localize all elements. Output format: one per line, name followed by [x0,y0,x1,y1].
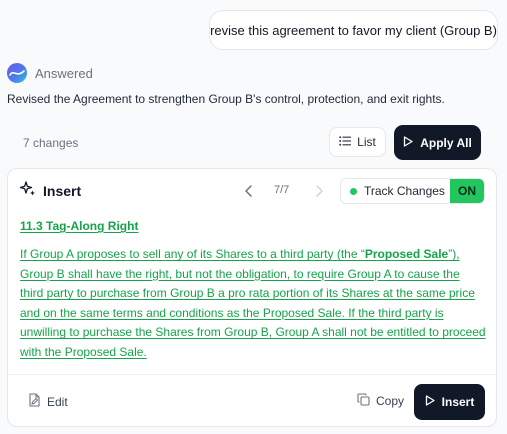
next-change-button[interactable] [311,183,327,199]
card-footer-divider [8,374,496,375]
section-title: 11.3 Tag-Along Right [20,219,139,233]
previous-change-button[interactable] [241,183,257,199]
play-icon [425,395,435,409]
track-changes-state: ON [450,179,484,203]
status-dot-icon [350,187,357,195]
clause-text-before: If Group A proposes to sell any of its S… [20,247,365,261]
sparkle-icon [19,181,36,200]
copy-icon [357,393,370,409]
card-title-label: Insert [43,182,82,199]
apply-all-button[interactable]: Apply All [394,125,481,160]
clause-text-after: ”), Group B shall have the right, but no… [20,247,486,359]
card-title: Insert [19,181,82,200]
clause-defined-term: Proposed Sale [364,247,449,261]
user-message-bubble: revise this agreement to favor my client… [209,10,498,50]
edit-button[interactable]: Edit [28,393,68,410]
change-pager: 7/7 [274,184,290,196]
response-summary: Revised the Agreement to strengthen Grou… [7,92,445,106]
assistant-status: Answered [7,62,93,84]
copy-button-label: Copy [376,394,405,408]
track-changes-label: Track Changes [364,184,445,198]
chevron-left-icon [245,185,252,197]
user-message-text: revise this agreement to favor my client… [210,22,497,38]
insert-button[interactable]: Insert [414,384,485,420]
changes-count: 7 changes [23,136,79,150]
chevron-right-icon [316,185,323,197]
inserted-clause-text: If Group A proposes to sell any of its S… [20,245,486,362]
copy-button[interactable]: Copy [357,393,404,409]
play-icon [403,135,413,150]
list-button-label: List [357,135,376,149]
card-header: Insert 7/7 Track Changes ON [8,169,496,213]
status-label: Answered [35,65,93,81]
track-changes-toggle[interactable]: Track Changes ON [340,178,485,204]
assistant-logo-icon [7,63,27,83]
edit-document-icon [28,393,41,410]
change-card: Insert 7/7 Track Changes ON 11.3 Tag-Alo… [7,168,497,427]
list-button[interactable]: List [329,127,386,157]
list-icon [339,135,352,149]
apply-all-label: Apply All [420,135,472,150]
edit-button-label: Edit [47,394,68,409]
insert-button-label: Insert [441,395,475,409]
